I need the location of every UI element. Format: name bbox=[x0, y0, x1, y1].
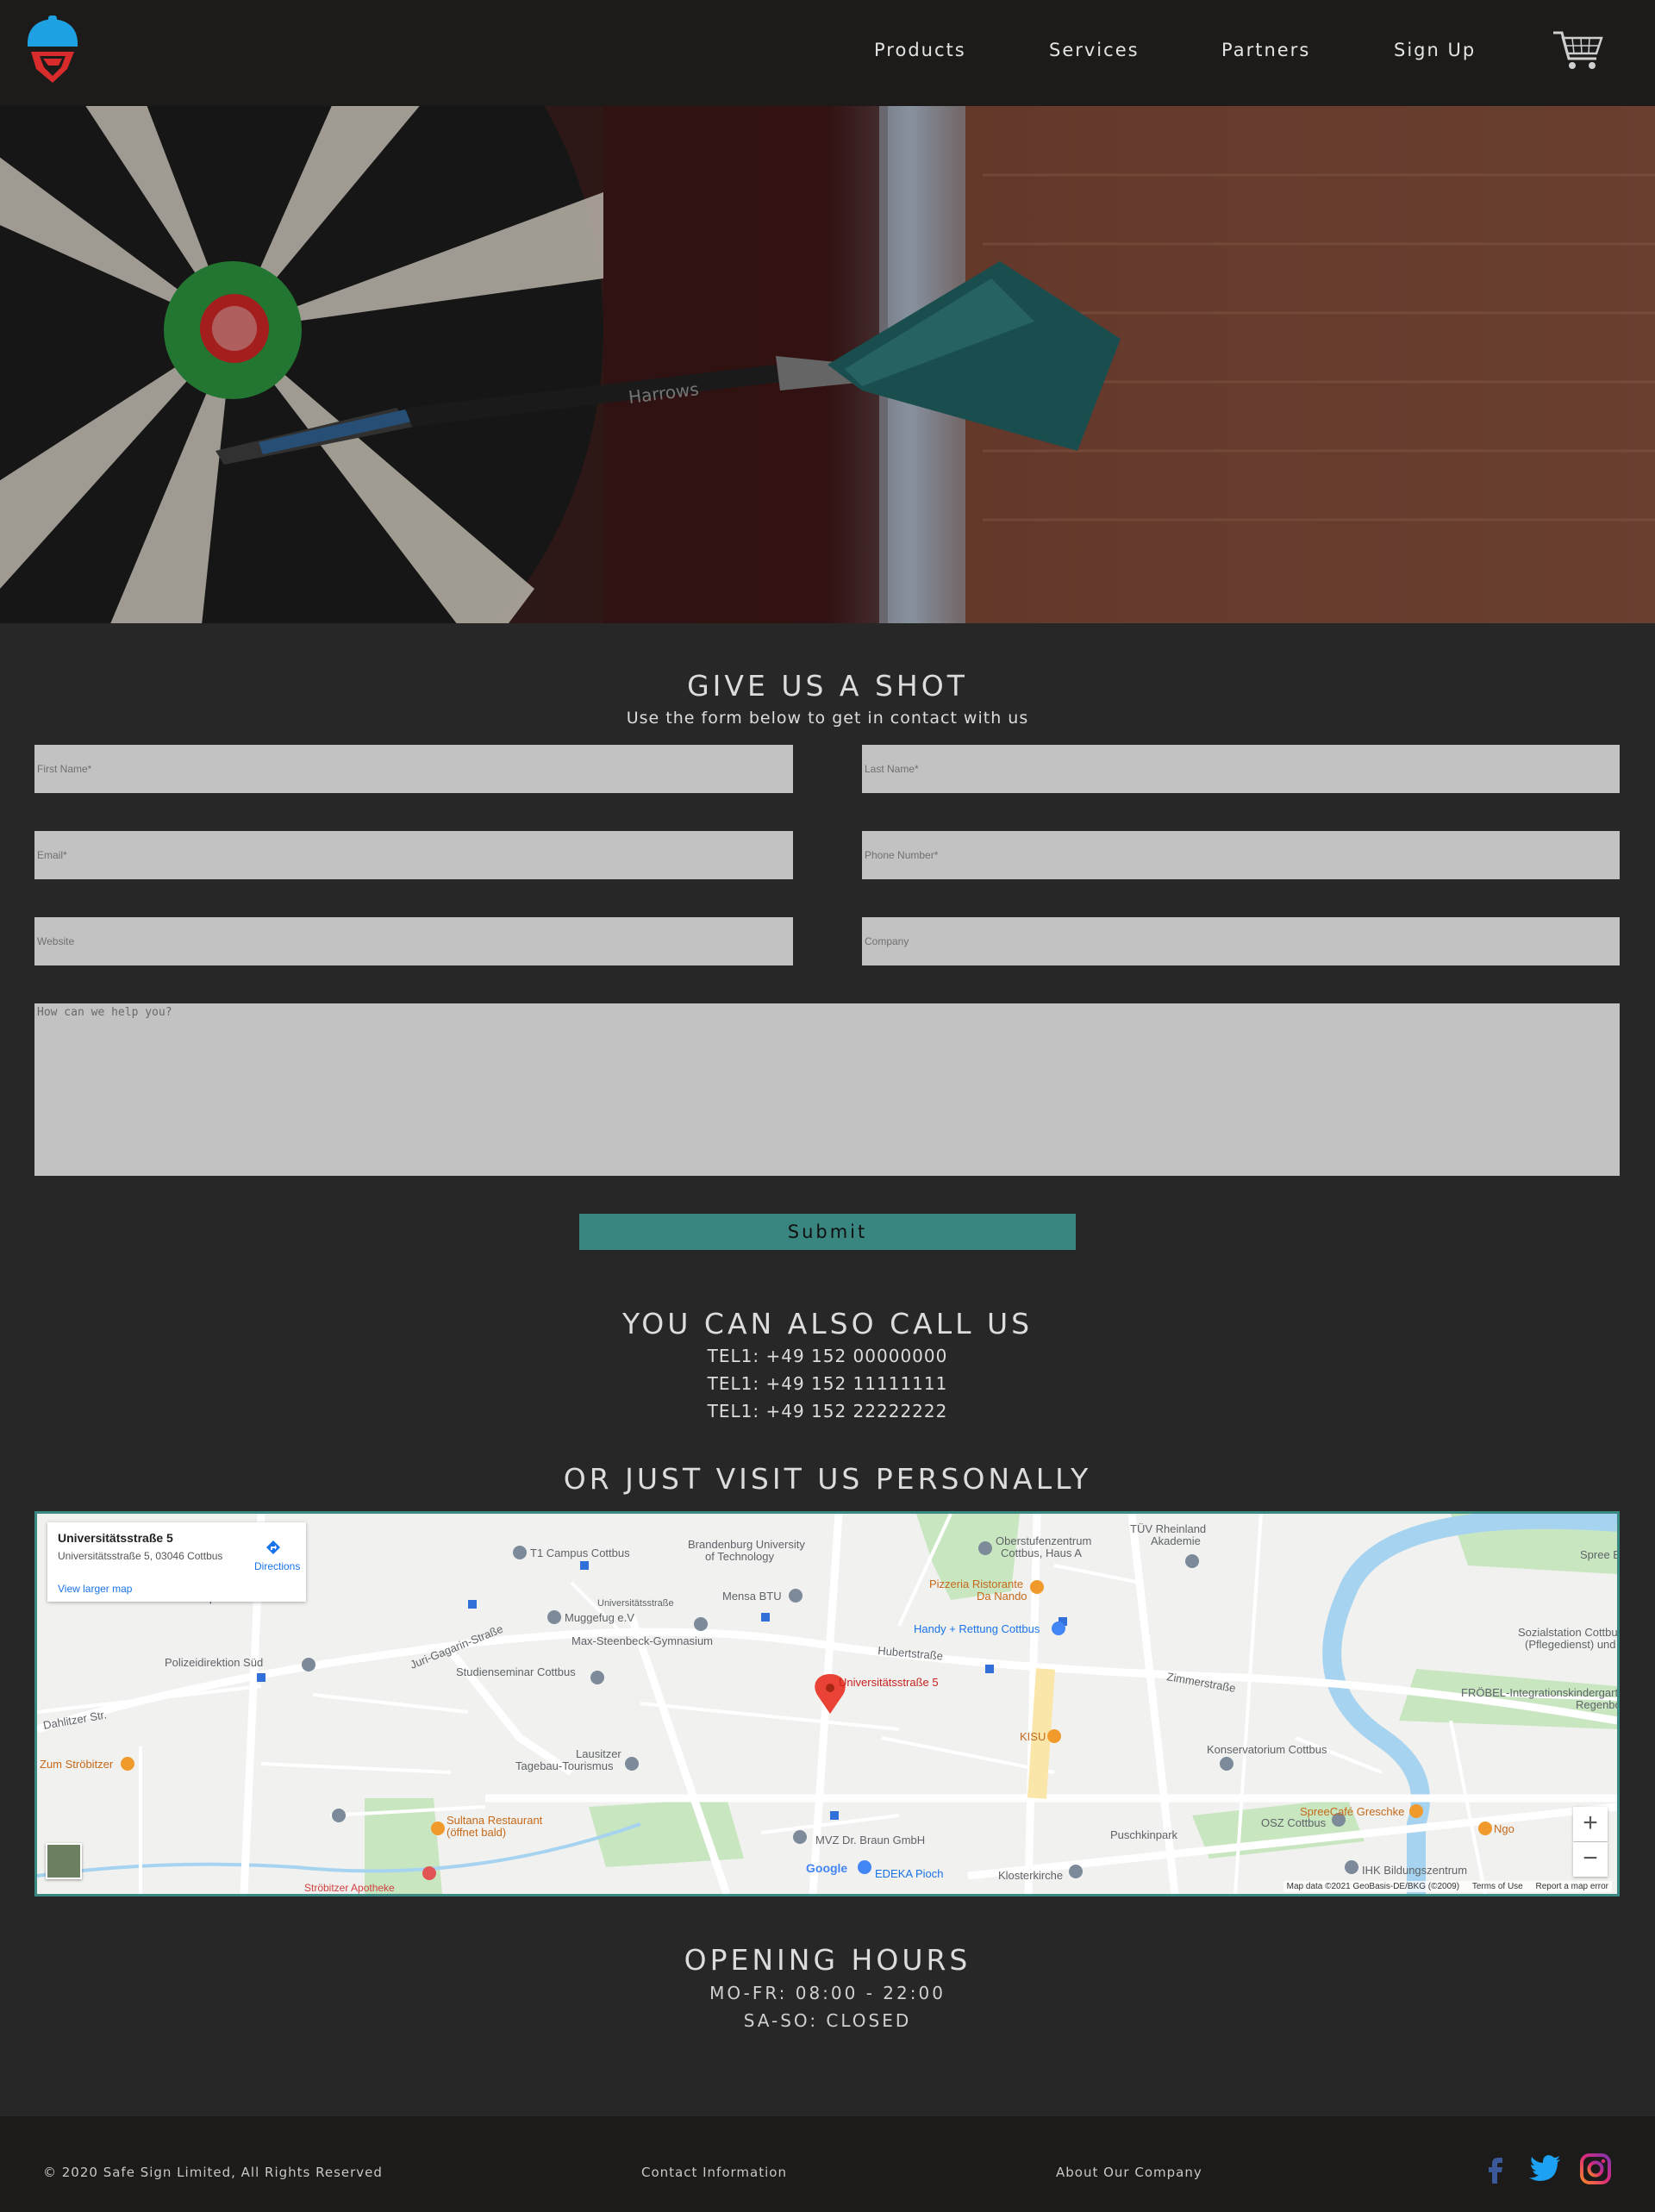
map-label: Max-Steenbeck-Gymnasium bbox=[571, 1634, 713, 1647]
phone-number-2[interactable]: TEL1: +49 152 11111111 bbox=[0, 1373, 1655, 1394]
map-label: MVZ Dr. Braun GmbH bbox=[815, 1834, 925, 1846]
map-card-address: Universitätsstraße 5, 03046 Cottbus bbox=[58, 1550, 223, 1562]
map-label: Sultana Restaurant bbox=[447, 1814, 543, 1827]
map-attribution: Map data ©2021 GeoBasis-DE/BKG (©2009) T… bbox=[1283, 1881, 1612, 1892]
map-label: Oberstufenzentrum bbox=[996, 1534, 1091, 1547]
message-field[interactable] bbox=[34, 1003, 1620, 1176]
map-label: Studienseminar Cottbus bbox=[456, 1665, 576, 1678]
contact-subtitle: Use the form below to get in contact wit… bbox=[626, 709, 1029, 728]
map-label: Tagebau-Tourismus bbox=[515, 1759, 614, 1772]
hours-title: OPENING HOURS bbox=[684, 1943, 971, 1977]
footer: © 2020 Safe Sign Limited, All Rights Res… bbox=[0, 2116, 1655, 2212]
map-label: Brandenburg University bbox=[688, 1538, 805, 1551]
map-label: Muggefug e.V bbox=[565, 1611, 634, 1624]
zoom-in-button[interactable]: + bbox=[1573, 1807, 1608, 1841]
phone-number-1[interactable]: TEL1: +49 152 00000000 bbox=[0, 1346, 1655, 1366]
map-label: OSZ Cottbus bbox=[1261, 1816, 1327, 1829]
twitter-icon[interactable] bbox=[1529, 2153, 1562, 2185]
company-field[interactable] bbox=[862, 917, 1620, 965]
map-card-title: Universitätsstraße 5 bbox=[58, 1531, 173, 1545]
map-label: Handy + Rettung Cottbus bbox=[914, 1622, 1040, 1635]
map-label: (Pflegedienst) und bbox=[1525, 1638, 1616, 1651]
map-label: Sozialstation Cottbus bbox=[1518, 1626, 1617, 1639]
map-label: IHK Bildungszentrum bbox=[1362, 1864, 1467, 1877]
nav-services[interactable]: Services bbox=[1049, 40, 1140, 60]
map-label: Ngo bbox=[1494, 1822, 1514, 1835]
contact-title: GIVE US A SHOT bbox=[687, 669, 968, 703]
satellite-toggle[interactable] bbox=[46, 1843, 82, 1879]
dartboard-photo: Harrows bbox=[0, 106, 1655, 623]
about-company-link[interactable]: About Our Company bbox=[1056, 2165, 1202, 2180]
google-logo[interactable]: Google bbox=[806, 1861, 847, 1875]
website-field[interactable] bbox=[34, 917, 793, 965]
map-label: EDEKA Pioch bbox=[875, 1867, 944, 1880]
call-title: YOU CAN ALSO CALL US bbox=[621, 1307, 1034, 1340]
safe-sign-logo[interactable] bbox=[22, 16, 83, 86]
directions-link[interactable]: Directions bbox=[254, 1560, 300, 1572]
marker-label: Universitätsstraße 5 bbox=[839, 1676, 939, 1689]
map-label: Ströbitzer Apotheke bbox=[304, 1882, 395, 1894]
copyright-text: © 2020 Safe Sign Limited, All Rights Res… bbox=[43, 2165, 383, 2180]
zoom-out-button[interactable]: − bbox=[1573, 1842, 1608, 1877]
contact-information-link[interactable]: Contact Information bbox=[641, 2165, 787, 2180]
terms-of-use-link[interactable]: Terms of Use bbox=[1472, 1882, 1523, 1891]
map-label: (öffnet bald) bbox=[447, 1826, 506, 1839]
map-label: T1 Campus Cottbus bbox=[530, 1547, 630, 1559]
hours-weekend: SA-SO: CLOSED bbox=[743, 2010, 912, 2031]
directions-icon[interactable] bbox=[265, 1540, 281, 1555]
map-data-credit: Map data ©2021 GeoBasis-DE/BKG (©2009) bbox=[1286, 1882, 1460, 1891]
map-label: Regenbo bbox=[1576, 1698, 1617, 1711]
map-label: TÜV Rheinland bbox=[1130, 1522, 1206, 1535]
google-map[interactable]: T1 Campus Cottbus Brandenburg University… bbox=[34, 1511, 1620, 1896]
map-label: of Technology bbox=[705, 1550, 774, 1563]
visit-title: OR JUST VISIT US PERSONALLY bbox=[563, 1462, 1092, 1496]
hero-image: Harrows bbox=[0, 106, 1655, 623]
last-name-field[interactable] bbox=[862, 745, 1620, 793]
map-label: Lausitzer bbox=[576, 1747, 621, 1760]
hours-weekdays: MO-FR: 08:00 - 22:00 bbox=[709, 1983, 946, 2003]
map-label: Pizzeria Ristorante bbox=[929, 1578, 1023, 1590]
map-label: Akademie bbox=[1151, 1534, 1201, 1547]
map-label: Spree B bbox=[1580, 1548, 1617, 1561]
email-field[interactable] bbox=[34, 831, 793, 879]
map-label: KISU bbox=[1020, 1730, 1046, 1743]
map-label: FRÖBEL-Integrationskindergarten bbox=[1461, 1686, 1617, 1699]
map-label: Universitätsstraße bbox=[597, 1598, 674, 1609]
map-label: Klosterkirche bbox=[998, 1869, 1063, 1882]
nav-products[interactable]: Products bbox=[874, 40, 966, 60]
report-map-error-link[interactable]: Report a map error bbox=[1536, 1882, 1608, 1891]
nav-sign-up[interactable]: Sign Up bbox=[1394, 40, 1476, 60]
phone-number-3[interactable]: TEL1: +49 152 22222222 bbox=[0, 1401, 1655, 1422]
view-larger-map-link[interactable]: View larger map bbox=[58, 1583, 132, 1595]
map-label: Konservatorium Cottbus bbox=[1207, 1743, 1327, 1756]
nav-partners[interactable]: Partners bbox=[1221, 40, 1310, 60]
map-label: Puschkinpark bbox=[1110, 1828, 1178, 1841]
facebook-icon[interactable] bbox=[1479, 2153, 1512, 2185]
instagram-icon[interactable] bbox=[1579, 2153, 1612, 2185]
submit-button[interactable]: Submit bbox=[579, 1214, 1076, 1250]
first-name-field[interactable] bbox=[34, 745, 793, 793]
shopping-cart-icon[interactable] bbox=[1552, 29, 1603, 71]
top-navigation: Products Services Partners Sign Up bbox=[0, 0, 1655, 106]
map-info-card: Universitätsstraße 5 Universitätsstraße … bbox=[47, 1522, 306, 1602]
map-label: Zum Ströbitzer bbox=[40, 1758, 114, 1771]
phone-field[interactable] bbox=[862, 831, 1620, 879]
map-label: Cottbus, Haus A bbox=[1001, 1547, 1082, 1559]
map-label: Da Nando bbox=[977, 1590, 1027, 1603]
map-label: SpreeCafé Greschke bbox=[1300, 1805, 1404, 1818]
map-label: Polizeidirektion Süd bbox=[165, 1656, 263, 1669]
map-label: Mensa BTU bbox=[722, 1590, 782, 1603]
